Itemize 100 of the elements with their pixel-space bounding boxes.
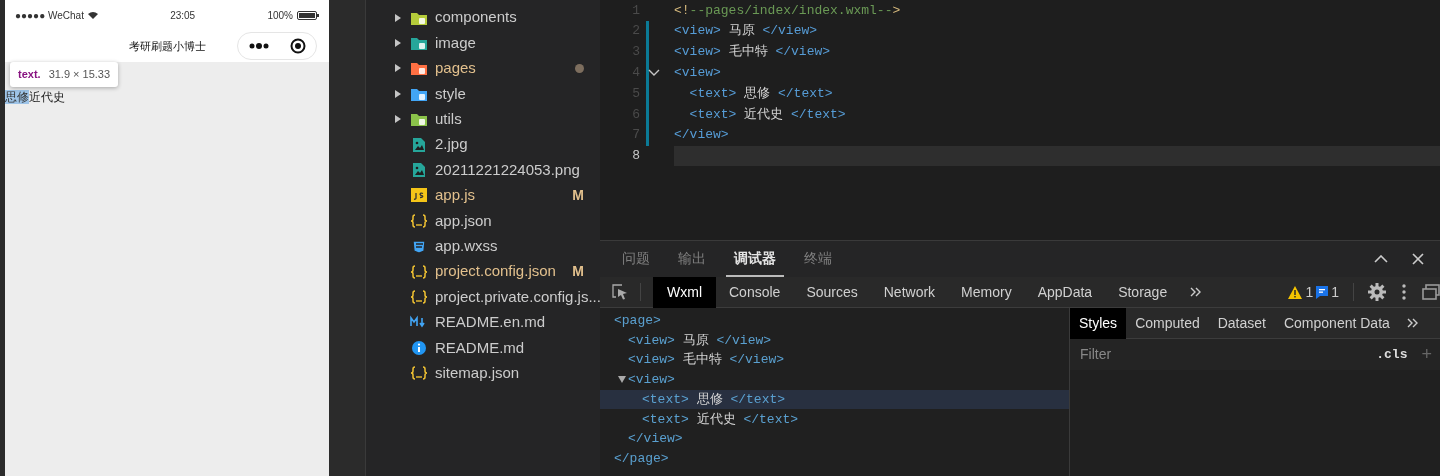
line-number: 8 [631,147,641,166]
wxml-node[interactable]: <page> [600,311,1069,331]
file-tree-item[interactable]: pages [366,55,600,82]
wxml-node[interactable]: <view> 马原 </view> [600,330,1069,351]
dock-icon[interactable] [1422,284,1440,300]
code-line: <view> [674,64,721,83]
element-size: 31.9 × 15.33 [48,68,111,80]
panel-tab[interactable]: 终端 [796,241,840,277]
file-name[interactable]: style [435,82,584,106]
file-name[interactable]: project.private.config.js... [435,285,601,309]
battery-icon [297,10,319,20]
kebab-menu-icon[interactable] [1402,284,1406,300]
wxml-node[interactable]: <text> 近代史 </text> [600,409,1069,430]
file-tree-item[interactable]: components [366,5,600,31]
file-tree-item[interactable]: README.en.md [366,309,600,336]
text-label: 近代史 [29,90,65,104]
caret-icon[interactable] [394,63,402,74]
wxml-node[interactable]: </view> [600,429,1069,449]
file-tree-item[interactable]: project.private.config.js... [366,284,600,310]
code-line: <text> 思修 </text> [689,84,833,103]
page-title: 考研刷题小博士 [128,38,206,54]
code-line: <view> 马原 </view> [674,22,818,41]
more-tabs-icon[interactable] [1406,318,1419,328]
file-tree-item[interactable]: 20211221224053.png [366,157,600,183]
panel-tab[interactable]: 问题 [614,241,658,277]
file-tree-item[interactable]: app.js M [366,182,600,209]
battery-percent: 100% [267,8,293,23]
wxml-node[interactable]: </page> [600,448,1069,469]
warning-count: 1 [1305,282,1314,302]
file-name[interactable]: app.js [435,184,573,207]
message-count: 1 [1331,282,1339,302]
info-icon [410,339,428,356]
close-icon[interactable] [1412,253,1424,265]
file-tree-item[interactable]: image [366,30,600,56]
css-file-icon [410,238,428,255]
file-tree-item[interactable]: README.md [366,335,600,361]
file-tree-item[interactable]: app.wxss [366,233,600,259]
inspect-icon[interactable] [612,284,628,300]
file-name[interactable]: 20211221224053.png [435,158,584,182]
wxml-node[interactable]: <view> 毛中特 </view> [600,350,1069,371]
git-status: M [572,262,584,282]
file-name[interactable]: sitemap.json [435,361,584,385]
element-tag: text. [18,68,41,80]
message-icon [1316,285,1329,299]
caret-icon[interactable] [394,114,402,125]
braces-icon [410,365,428,382]
filter-field[interactable]: Filter .cls + [1070,339,1440,370]
wxml-node[interactable]: <text> 思修 </text> [600,389,1069,410]
braces-icon [410,289,428,305]
braces-icon [410,212,428,229]
settings-icon[interactable] [1368,283,1386,301]
code-line: <!--pages/index/index.wxml--> [674,1,901,20]
image-file-icon [410,136,428,153]
devtools-tab[interactable]: Sources [793,276,871,308]
devtools-tab[interactable]: Storage [1105,276,1181,308]
styles-tab[interactable]: Computed [1126,307,1209,339]
code-line: </view> [674,126,729,145]
warning-icon [1288,285,1303,299]
file-tree-item[interactable]: project.config.json M [366,258,600,285]
devtools-tab[interactable]: Console [716,276,794,308]
file-tree-item[interactable]: app.json [366,208,600,234]
styles-tab[interactable]: Styles [1070,307,1127,339]
devtools-tab[interactable]: Memory [948,276,1025,308]
file-name[interactable]: utils [435,108,584,131]
git-status: M [572,185,584,205]
target-icon[interactable] [289,38,306,54]
image-file-icon [410,162,428,179]
caret-icon[interactable] [394,12,402,23]
devtools-tab[interactable]: AppData [1024,276,1106,308]
wxml-node[interactable]: <view> [600,370,1069,390]
devtools-tab[interactable]: Wxml [653,276,716,308]
file-name[interactable]: app.wxss [435,234,584,258]
file-tree-item[interactable]: sitemap.json [366,360,600,386]
more-icon[interactable] [248,43,269,49]
file-tree-item[interactable]: 2.jpg [366,131,600,158]
caret-icon[interactable] [394,88,402,99]
chevron-up-icon[interactable] [1374,255,1388,263]
devtools-tab[interactable]: Network [870,276,949,308]
file-name[interactable]: pages [435,57,575,80]
chevron-icon[interactable] [648,68,660,77]
carrier-label: ●●●●● WeChat [15,8,84,23]
text-label: 思修 [5,90,29,104]
file-name[interactable]: components [435,6,584,29]
expand-triangle-icon[interactable] [618,376,626,384]
file-name[interactable]: project.config.json [435,260,573,283]
styles-tab[interactable]: Dataset [1208,307,1275,339]
file-name[interactable]: image [435,31,584,55]
styles-tab[interactable]: Component Data [1274,307,1399,339]
file-tree-item[interactable]: utils [366,106,600,132]
file-name[interactable]: 2.jpg [435,133,584,156]
cls-button[interactable]: .cls [1370,343,1414,366]
wifi-icon [87,11,98,19]
file-name[interactable]: app.json [435,209,584,233]
more-tabs-icon[interactable] [1190,287,1203,297]
file-name[interactable]: README.md [435,336,584,359]
js-file-icon [410,187,428,204]
caret-icon[interactable] [394,38,402,49]
panel-tab[interactable]: 输出 [670,241,714,277]
file-name[interactable]: README.en.md [435,311,584,334]
file-tree-item[interactable]: style [366,81,600,107]
